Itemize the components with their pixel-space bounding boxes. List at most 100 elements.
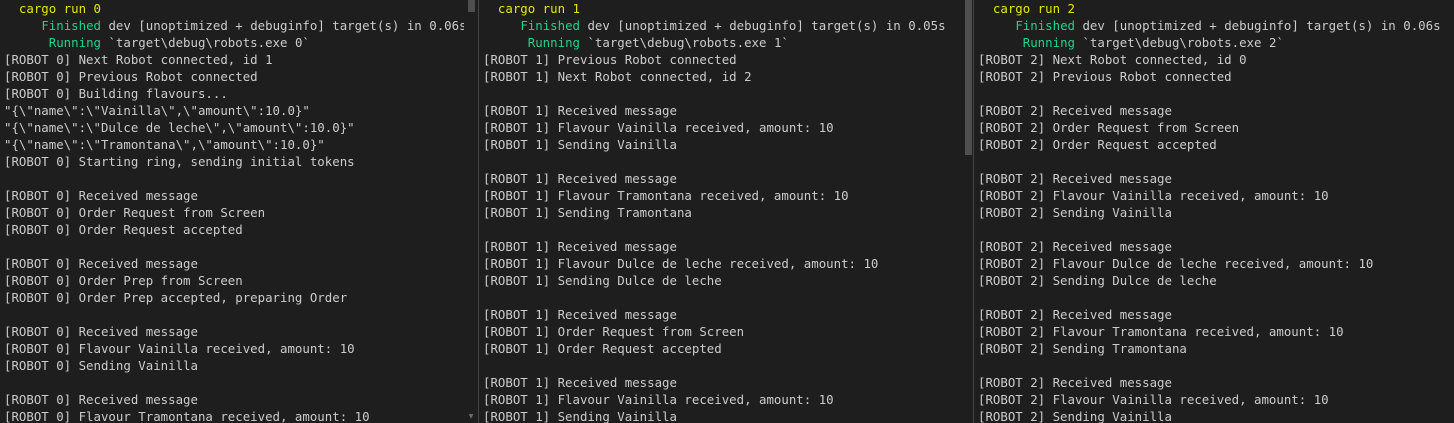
output-line: [ROBOT 1] Received message xyxy=(483,103,677,118)
running-line: Running `target\debug\robots.exe 0` xyxy=(4,34,464,51)
scrollbar-0[interactable]: ▲ ▼ xyxy=(467,0,475,423)
output-line: [ROBOT 2] Order Request from Screen xyxy=(978,120,1240,135)
output-line: [ROBOT 2] Sending Tramontana xyxy=(978,341,1187,356)
output-line: [ROBOT 0] Order Request from Screen xyxy=(4,205,266,220)
output-line: [ROBOT 1] Flavour Vainilla received, amo… xyxy=(483,392,834,407)
output-line: [ROBOT 2] Previous Robot connected xyxy=(978,69,1232,84)
terminal-pane-2[interactable]: cargo run 2 Finished dev [unoptimized + … xyxy=(974,0,1454,423)
scrollbar-thumb[interactable] xyxy=(468,0,475,12)
terminal-output-0[interactable]: cargo run 0 Finished dev [unoptimized + … xyxy=(4,0,464,423)
output-line: [ROBOT 1] Order Request accepted xyxy=(483,341,722,356)
output-lines: [ROBOT 2] Next Robot connected, id 0 [ROB… xyxy=(978,51,1440,423)
output-line: [ROBOT 2] Order Request accepted xyxy=(978,137,1217,152)
output-line: [ROBOT 2] Received message xyxy=(978,171,1172,186)
output-line: [ROBOT 0] Received message xyxy=(4,324,198,339)
output-line: [ROBOT 1] Previous Robot connected xyxy=(483,52,737,67)
output-line: [ROBOT 1] Flavour Vainilla received, amo… xyxy=(483,120,834,135)
command-text: cargo run 2 xyxy=(992,1,1075,16)
output-line: [ROBOT 1] Order Request from Screen xyxy=(483,324,745,339)
finished-line: Finished dev [unoptimized + debuginfo] t… xyxy=(483,17,959,34)
output-line: [ROBOT 1] Received message xyxy=(483,307,677,322)
output-line: [ROBOT 0] Flavour Vainilla received, amo… xyxy=(4,341,355,356)
command-text: cargo run 0 xyxy=(18,1,101,16)
command-text: cargo run 1 xyxy=(497,1,580,16)
output-line: [ROBOT 1] Sending Dulce de leche xyxy=(483,273,722,288)
output-line: [ROBOT 0] Order Prep accepted, preparing… xyxy=(4,290,348,305)
output-line: [ROBOT 1] Received message xyxy=(483,171,677,186)
running-text: `target\debug\robots.exe 1` xyxy=(579,35,789,50)
output-line: [ROBOT 2] Flavour Tramontana received, a… xyxy=(978,324,1344,339)
output-line: [ROBOT 2] Flavour Dulce de leche receive… xyxy=(978,256,1374,271)
running-text: `target\debug\robots.exe 2` xyxy=(1074,35,1284,50)
output-line: [ROBOT 0] Building flavours... xyxy=(4,86,228,101)
output-lines: [ROBOT 0] Next Robot connected, id 1 [ROB… xyxy=(4,51,464,423)
output-line: [ROBOT 1] Sending Tramontana xyxy=(483,205,692,220)
output-line: [ROBOT 2] Received message xyxy=(978,239,1172,254)
finished-label: Finished xyxy=(1015,18,1075,33)
output-line: [ROBOT 0] Received message xyxy=(4,256,198,271)
output-line: [ROBOT 2] Received message xyxy=(978,307,1172,322)
terminal-split-view: cargo run 0 Finished dev [unoptimized + … xyxy=(0,0,1454,423)
finished-text: dev [unoptimized + debuginfo] target(s) … xyxy=(101,18,464,33)
output-line: [ROBOT 1] Sending Vainilla xyxy=(483,409,677,423)
scrollbar-1[interactable] xyxy=(964,0,972,423)
output-line: [ROBOT 0] Starting ring, sending initial… xyxy=(4,154,355,169)
output-line: [ROBOT 2] Received message xyxy=(978,375,1172,390)
output-line: [ROBOT 0] Received message xyxy=(4,392,198,407)
running-line: Running `target\debug\robots.exe 2` xyxy=(978,34,1440,51)
output-line: [ROBOT 2] Next Robot connected, id 0 xyxy=(978,52,1247,67)
command-line: cargo run 1 xyxy=(483,0,959,17)
scrollbar-thumb[interactable] xyxy=(965,0,972,155)
output-line: "{\"name\":\"Dulce de leche\",\"amount\"… xyxy=(4,120,355,135)
finished-text: dev [unoptimized + debuginfo] target(s) … xyxy=(1075,18,1440,33)
output-line: [ROBOT 0] Received message xyxy=(4,188,198,203)
running-label: Running xyxy=(527,35,580,50)
output-line: [ROBOT 1] Received message xyxy=(483,375,677,390)
output-line: [ROBOT 2] Flavour Vainilla received, amo… xyxy=(978,392,1329,407)
output-line: [ROBOT 1] Sending Vainilla xyxy=(483,137,677,152)
output-line: "{\"name\":\"Vainilla\",\"amount\":10.0}… xyxy=(4,103,310,118)
terminal-pane-1[interactable]: cargo run 1 Finished dev [unoptimized + … xyxy=(479,0,973,423)
output-line: "{\"name\":\"Tramontana\",\"amount\":10.… xyxy=(4,137,325,152)
command-line: cargo run 2 xyxy=(978,0,1440,17)
finished-line: Finished dev [unoptimized + debuginfo] t… xyxy=(4,17,464,34)
running-line: Running `target\debug\robots.exe 1` xyxy=(483,34,959,51)
running-text: `target\debug\robots.exe 0` xyxy=(100,35,310,50)
output-line: [ROBOT 0] Flavour Tramontana received, a… xyxy=(4,409,370,423)
output-line: [ROBOT 1] Flavour Dulce de leche receive… xyxy=(483,256,879,271)
output-line: [ROBOT 2] Flavour Vainilla received, amo… xyxy=(978,188,1329,203)
output-line: [ROBOT 1] Next Robot connected, id 2 xyxy=(483,69,752,84)
chevron-down-icon[interactable]: ▼ xyxy=(467,413,475,421)
output-line: [ROBOT 0] Order Request accepted xyxy=(4,222,243,237)
finished-line: Finished dev [unoptimized + debuginfo] t… xyxy=(978,17,1440,34)
output-line: [ROBOT 2] Sending Dulce de leche xyxy=(978,273,1217,288)
terminal-output-2[interactable]: cargo run 2 Finished dev [unoptimized + … xyxy=(978,0,1440,423)
output-line: [ROBOT 1] Flavour Tramontana received, a… xyxy=(483,188,849,203)
output-line: [ROBOT 0] Next Robot connected, id 1 xyxy=(4,52,273,67)
terminal-pane-0[interactable]: cargo run 0 Finished dev [unoptimized + … xyxy=(0,0,478,423)
output-line: [ROBOT 2] Sending Vainilla xyxy=(978,409,1172,423)
terminal-output-1[interactable]: cargo run 1 Finished dev [unoptimized + … xyxy=(483,0,959,423)
finished-label: Finished xyxy=(520,18,580,33)
finished-label: Finished xyxy=(41,18,101,33)
output-line: [ROBOT 2] Received message xyxy=(978,103,1172,118)
output-line: [ROBOT 1] Received message xyxy=(483,239,677,254)
command-line: cargo run 0 xyxy=(4,0,464,17)
running-label: Running xyxy=(48,35,101,50)
output-line: [ROBOT 0] Previous Robot connected xyxy=(4,69,258,84)
output-lines: [ROBOT 1] Previous Robot connected [ROBOT… xyxy=(483,51,959,423)
running-label: Running xyxy=(1022,35,1075,50)
